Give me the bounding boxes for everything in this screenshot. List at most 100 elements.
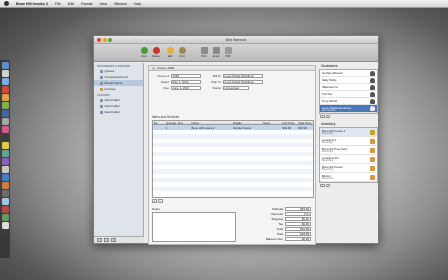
dock-app-icon[interactable] <box>1 126 9 133</box>
add-item-button[interactable]: + <box>152 199 157 203</box>
dated-input[interactable]: May 1, 2010 <box>170 80 201 84</box>
dock-app-icon[interactable] <box>1 206 9 213</box>
dock-app-icon[interactable] <box>1 158 9 165</box>
invoice-icon <box>100 87 103 91</box>
paid-input[interactable]: $49.99 <box>285 232 311 236</box>
subtotal-value: $49.99 <box>285 207 311 211</box>
box-icon <box>370 129 375 135</box>
ship-to-input[interactable]: iLuxe Digital Weddings <box>222 80 263 84</box>
customer-item-selected[interactable]: iLuxe Digital Weddings Bob Warwick <box>320 105 377 113</box>
column-header[interactable]: Item <box>177 121 191 125</box>
notes-label: Notes <box>152 207 160 211</box>
column-header[interactable]: Unit Price <box>281 121 297 125</box>
status-select[interactable]: Unresolved <box>222 86 249 90</box>
bill-to-input[interactable]: iLuxe Digital Weddings <box>222 74 263 78</box>
product-item[interactable]: Bone Hill Invoice Boxed App <box>320 164 377 173</box>
dock-app-icon[interactable] <box>1 86 9 93</box>
dock-app-icon[interactable] <box>1 150 9 157</box>
dock-app-icon[interactable] <box>1 118 9 125</box>
status-field: Status Unresolved <box>209 86 249 90</box>
discount-input[interactable]: 0 % <box>285 212 311 216</box>
notes-textarea[interactable] <box>152 212 236 242</box>
tax-value: $0.00 <box>285 222 311 226</box>
menu-format[interactable]: Format <box>81 2 92 6</box>
refresh-button[interactable] <box>111 238 116 242</box>
remove-item-button[interactable]: − <box>158 199 163 203</box>
dock-app-icon[interactable] <box>1 214 9 221</box>
pdf-button[interactable]: PDF <box>222 47 234 58</box>
close-tab-icon[interactable] <box>152 66 155 70</box>
menu-view[interactable]: View <box>99 2 107 6</box>
dock-app-icon[interactable] <box>1 110 9 117</box>
dock-app-icon[interactable] <box>1 70 9 77</box>
dock-app-icon[interactable] <box>1 174 9 181</box>
add-customer-button[interactable]: + <box>320 114 325 119</box>
folder-icon <box>100 110 103 114</box>
email-button[interactable]: Email <box>210 47 222 58</box>
due-input[interactable]: June 1, 2010 <box>170 86 201 90</box>
dock-app-icon[interactable] <box>1 190 9 197</box>
column-header[interactable]: Total Price <box>297 121 313 125</box>
product-item[interactable]: BitJots Boxed App <box>320 173 377 182</box>
box-icon <box>370 174 375 180</box>
edit-button[interactable]: Edit <box>164 47 176 58</box>
gear-icon[interactable] <box>104 238 109 242</box>
menu-help[interactable]: Help <box>134 2 141 6</box>
column-header[interactable]: Quantity <box>165 121 177 125</box>
menu-file[interactable]: File <box>55 2 61 6</box>
total-row: Total $49.99 <box>276 227 311 231</box>
invoice-number-field: Invoice # 1048 <box>153 74 201 78</box>
sidebar-item-folder[interactable]: New Folder <box>94 109 143 115</box>
add-product-button[interactable]: + <box>320 183 325 188</box>
customer-item[interactable]: Silksmes Inc <box>320 84 377 91</box>
document-tab[interactable]: Invoice 1048 <box>149 66 315 71</box>
find-button[interactable]: Find <box>176 47 188 58</box>
product-item[interactable]: Bone Hill Time Card Boxed App <box>320 146 377 155</box>
add-folder-button[interactable] <box>97 238 102 242</box>
menu-window[interactable]: Window <box>114 2 127 6</box>
column-header[interactable]: Taxes <box>262 121 282 125</box>
folder-icon <box>100 98 103 102</box>
dock-app-icon[interactable] <box>1 142 9 149</box>
product-item[interactable]: Bone Hill Invoice 2 Boxed App <box>320 128 377 137</box>
shipping-input[interactable]: $0.00 <box>285 217 311 221</box>
apple-menu-icon[interactable] <box>4 1 9 6</box>
column-header[interactable]: Kit <box>153 121 165 125</box>
sidebar-footer <box>94 236 144 243</box>
customer-item[interactable]: Sally Parks <box>320 77 377 84</box>
dock-app-icon[interactable] <box>1 134 9 141</box>
box-icon <box>370 138 375 144</box>
invoice-number-input[interactable]: 1048 <box>170 74 201 78</box>
print-button[interactable]: Print <box>198 47 210 58</box>
delete-button[interactable]: Delete <box>150 47 162 58</box>
column-header[interactable]: Details <box>232 121 262 125</box>
dock-app-icon[interactable] <box>1 166 9 173</box>
dock-app-icon[interactable] <box>1 94 9 101</box>
dock-app-icon[interactable] <box>1 78 9 85</box>
new-button[interactable]: New <box>138 47 150 58</box>
dock-app-icon[interactable] <box>1 198 9 205</box>
dock-app-icon[interactable] <box>1 182 9 189</box>
tax-row: Tax $0.00 <box>278 222 311 226</box>
product-item[interactable]: Locations 2 Boxed App <box>320 137 377 146</box>
product-item[interactable]: Locations Pro Boxed App <box>320 155 377 164</box>
remove-product-button[interactable]: − <box>325 183 331 188</box>
window-titlebar[interactable]: Bob Warwick <box>94 36 378 44</box>
person-icon <box>370 84 375 90</box>
shipping-row: Shipping $0.00 <box>271 217 311 221</box>
remove-customer-button[interactable]: − <box>325 114 331 119</box>
app-window: Bob Warwick New Delete Edit Find Print E… <box>93 35 379 245</box>
customer-item[interactable]: Tod Tori <box>320 91 377 98</box>
column-header[interactable]: Name <box>191 121 232 125</box>
person-icon <box>370 77 375 83</box>
box-icon <box>370 165 375 171</box>
menu-app-name[interactable]: Bone Hill Invoice 2 <box>16 2 48 6</box>
customer-item[interactable]: Graham Barnett <box>320 70 377 77</box>
trash-icon[interactable] <box>1 222 9 229</box>
menu-edit[interactable]: Edit <box>68 2 74 6</box>
customer-item[interactable]: Tony Abbott <box>320 98 377 105</box>
dock-app-icon[interactable] <box>1 62 9 69</box>
table-footer: + − <box>152 199 163 203</box>
folder-icon <box>100 69 103 73</box>
dock-app-icon[interactable] <box>1 102 9 109</box>
